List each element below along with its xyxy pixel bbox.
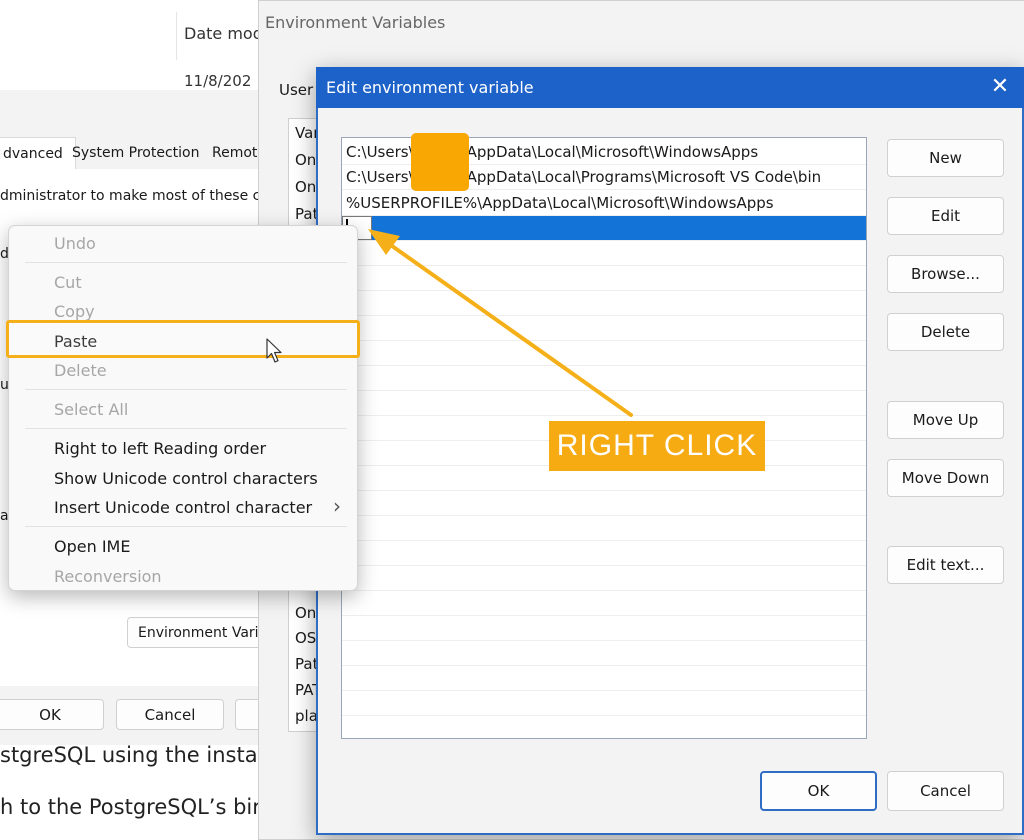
annotation-arrow [368, 229, 633, 417]
right-click-label: RIGHT CLICK [549, 421, 765, 471]
